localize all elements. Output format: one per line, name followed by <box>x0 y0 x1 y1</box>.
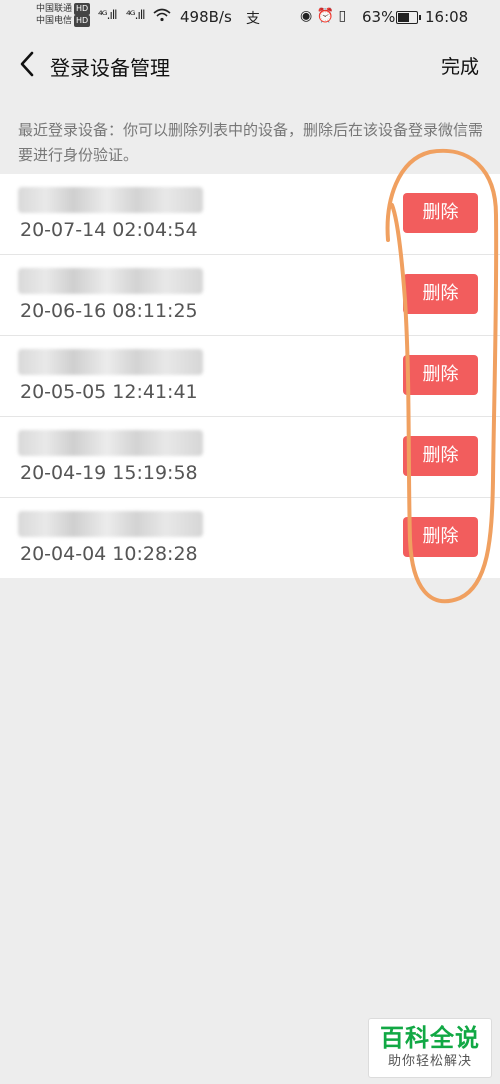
watermark-logo: 百科全说 助你轻松解决 <box>368 1018 492 1078</box>
net-speed: 498B/s <box>180 8 232 26</box>
device-name-blurred <box>18 349 203 375</box>
watermark-title: 百科全说 <box>380 1024 480 1052</box>
back-arrow-icon[interactable] <box>20 51 46 79</box>
battery-icon <box>396 11 421 24</box>
device-name-blurred <box>18 511 203 537</box>
device-login-time: 20-04-04 10:28:28 <box>20 543 198 565</box>
device-login-time: 20-05-05 12:41:41 <box>20 381 198 403</box>
clock: 16:08 <box>425 8 469 26</box>
device-row: 20-04-04 10:28:28 删除 <box>0 498 500 578</box>
done-button[interactable]: 完成 <box>441 52 479 79</box>
device-row: 20-06-16 08:11:25 删除 <box>0 255 500 336</box>
hd-badge-2: HD <box>74 15 91 27</box>
signal-icon-2: ⁴ᴳ.ıll <box>126 8 146 22</box>
carrier-info: 中国联通 HD 中国电信 HD <box>36 3 91 27</box>
device-login-time: 20-07-14 02:04:54 <box>20 219 198 241</box>
battery-percent: 63% <box>362 8 396 26</box>
device-row: 20-07-14 02:04:54 删除 <box>0 174 500 255</box>
device-row: 20-04-19 15:19:58 删除 <box>0 417 500 498</box>
device-login-time: 20-06-16 08:11:25 <box>20 300 198 322</box>
delete-button[interactable]: 删除 <box>403 517 478 557</box>
device-name-blurred <box>18 187 203 213</box>
wifi-icon <box>153 8 171 26</box>
device-name-blurred <box>18 430 203 456</box>
status-bar: 中国联通 HD 中国电信 HD ⁴ᴳ.ıll ⁴ᴳ.ıll 498B/s 支 ◉ ⏰… <box>0 0 500 36</box>
signal-icon-1: ⁴ᴳ.ıll <box>98 8 118 22</box>
device-login-time: 20-04-19 15:19:58 <box>20 462 198 484</box>
device-list: 20-07-14 02:04:54 删除 20-06-16 08:11:25 删… <box>0 174 500 578</box>
device-row: 20-05-05 12:41:41 删除 <box>0 336 500 417</box>
hint-text: 最近登录设备：你可以删除列表中的设备，删除后在该设备登录微信需要进行身份验证。 <box>18 121 484 164</box>
delete-button[interactable]: 删除 <box>403 355 478 395</box>
alipay-icon: 支 <box>246 11 260 27</box>
delete-button[interactable]: 删除 <box>403 193 478 233</box>
page-title: 登录设备管理 <box>50 56 170 80</box>
hd-badge-1: HD <box>74 3 91 15</box>
carrier-1: 中国联通 <box>36 4 73 14</box>
delete-button[interactable]: 删除 <box>403 274 478 314</box>
delete-button[interactable]: 删除 <box>403 436 478 476</box>
watermark-subtitle: 助你轻松解决 <box>387 1054 472 1069</box>
nav-bar: 登录设备管理 完成 <box>0 36 500 94</box>
status-icons: ◉ ⏰ ▯ <box>300 8 347 24</box>
carrier-2: 中国电信 <box>36 16 73 26</box>
device-name-blurred <box>18 268 203 294</box>
